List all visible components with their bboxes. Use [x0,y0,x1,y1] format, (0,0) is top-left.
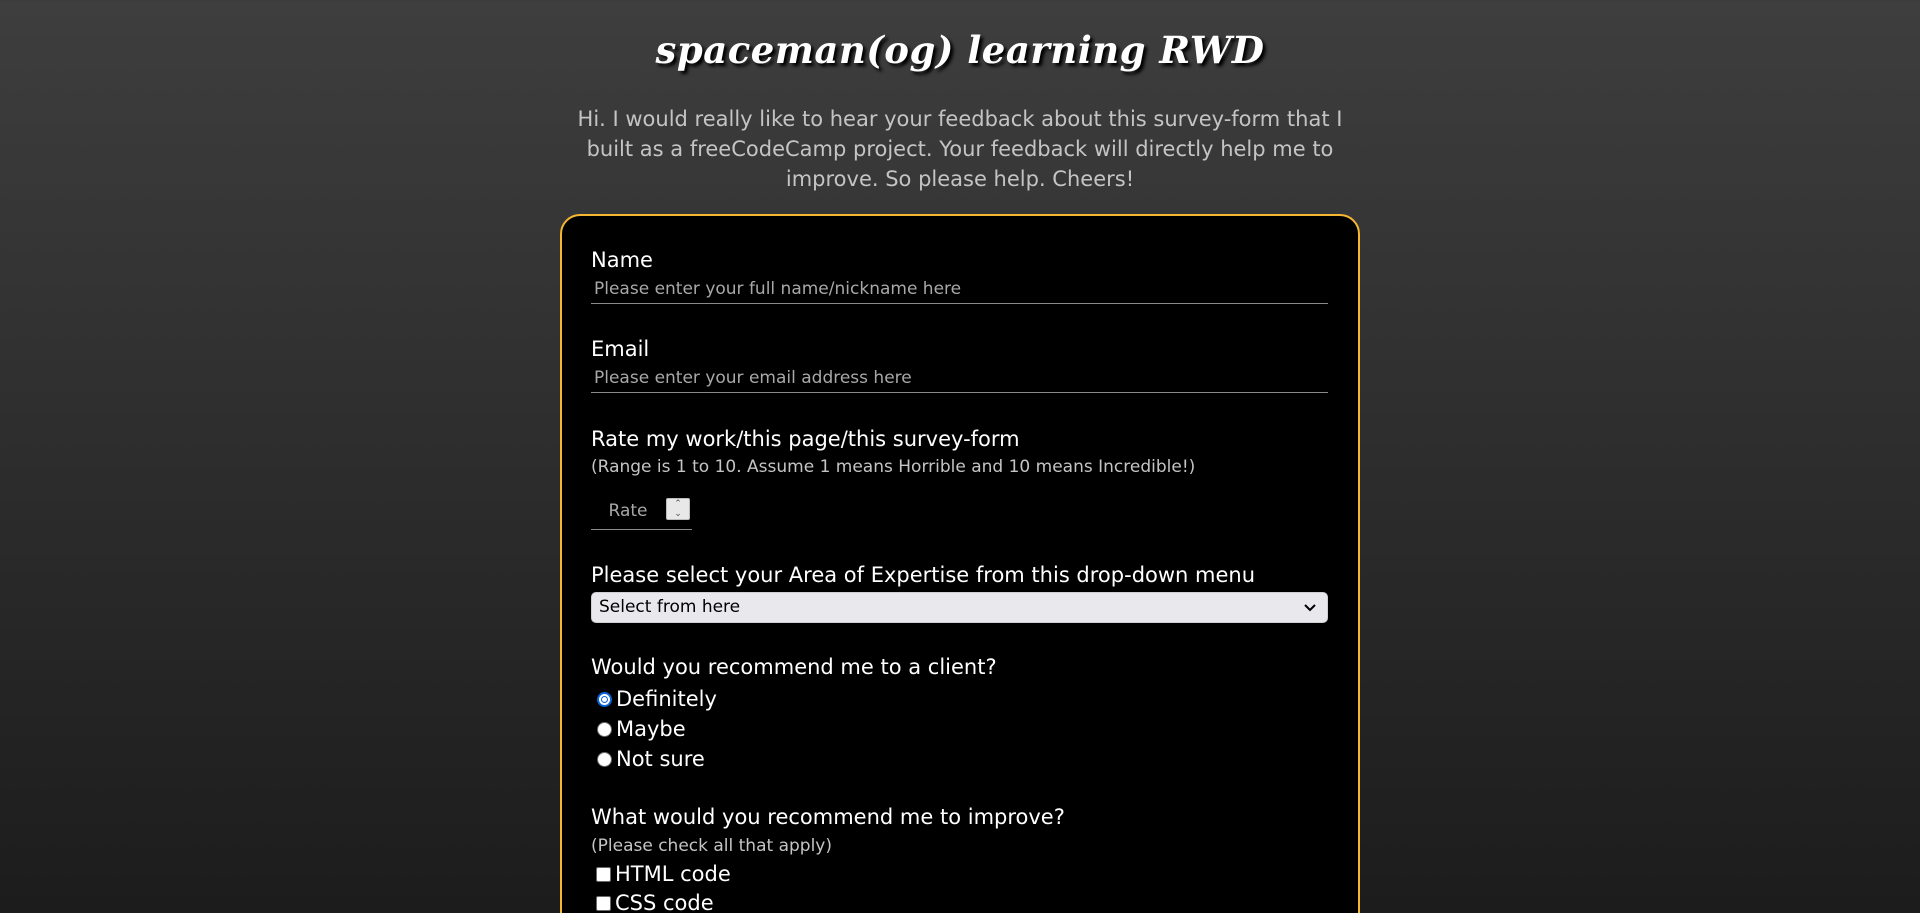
radio-option-not-sure[interactable]: Not sure [597,746,705,772]
improve-label: What would you recommend me to improve? [591,805,1065,829]
name-label: Name [591,248,653,272]
radio-button[interactable] [597,691,612,707]
radio-option-definitely[interactable]: Definitely [597,686,717,712]
checkbox-option-css[interactable]: CSS code [596,890,714,913]
rating-input[interactable] [591,494,665,528]
chevron-down-icon [1304,604,1316,612]
radio-label: Not sure [616,747,705,771]
checkbox-option-html[interactable]: HTML code [596,861,731,887]
rating-label: Rate my work/this page/this survey-form [591,427,1020,451]
expertise-selected-value: Select from here [599,597,741,617]
rating-stepper: ⌃ ⌄ [591,494,692,530]
increment-icon[interactable]: ⌃ [667,499,689,509]
radio-label: Definitely [616,687,717,711]
name-input[interactable] [591,274,1328,304]
checkbox-label: HTML code [615,862,731,886]
spinner-buttons[interactable]: ⌃ ⌄ [666,498,690,520]
recommend-label: Would you recommend me to a client? [591,655,997,679]
radio-option-maybe[interactable]: Maybe [597,716,686,742]
email-label: Email [591,337,650,361]
radio-button[interactable] [597,751,612,767]
expertise-select[interactable]: Select from here [591,592,1328,623]
decrement-icon[interactable]: ⌄ [667,509,689,519]
radio-button[interactable] [597,721,612,737]
rating-hint: (Range is 1 to 10. Assume 1 means Horrib… [591,457,1196,477]
expertise-label: Please select your Area of Expertise fro… [591,563,1256,587]
checkbox[interactable] [596,866,611,882]
email-input[interactable] [591,363,1328,393]
page-title: spaceman(og) learning RWD [655,28,1265,72]
radio-label: Maybe [616,717,686,741]
intro-text: Hi. I would really like to hear your fee… [577,107,1343,191]
checkbox-label: CSS code [615,891,714,913]
checkbox[interactable] [596,895,611,911]
improve-hint: (Please check all that apply) [591,836,832,856]
